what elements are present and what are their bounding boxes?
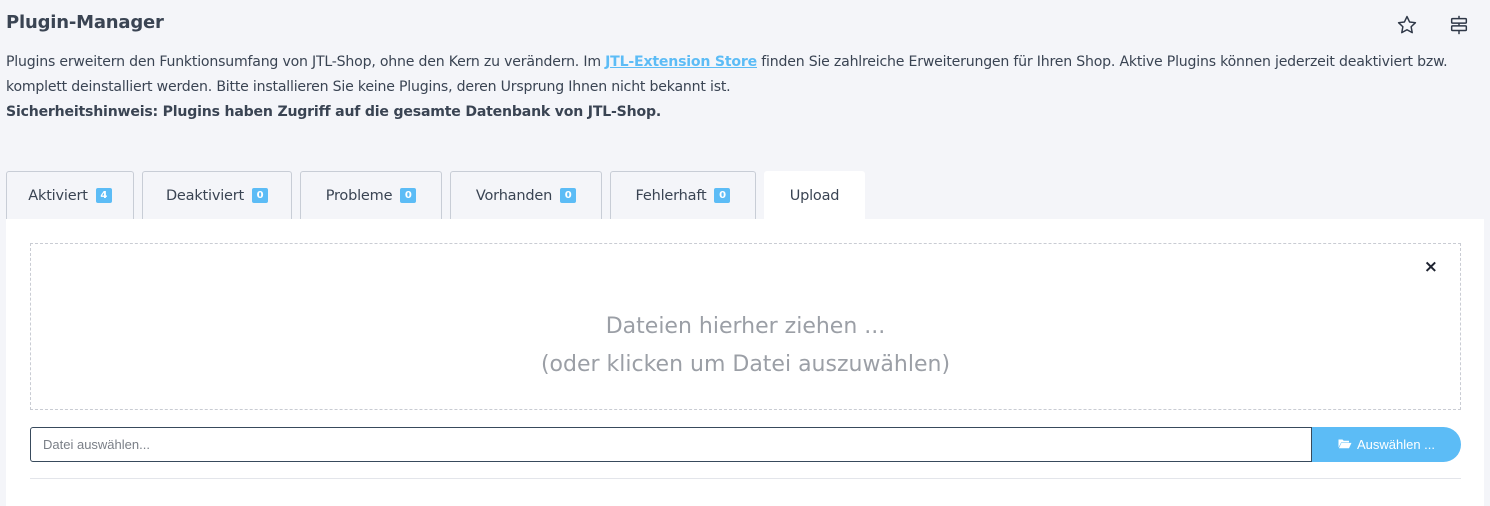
choose-file-button[interactable]: Auswählen ... xyxy=(1312,427,1461,462)
tab-fehlerhaft[interactable]: Fehlerhaft 0 xyxy=(610,171,756,219)
choose-file-label: Auswählen ... xyxy=(1356,437,1436,452)
extension-store-link[interactable]: JTL-Extension Store xyxy=(605,54,757,70)
intro-text-part1: Plugins erweitern den Funktionsumfang vo… xyxy=(6,54,606,70)
tab-deaktiviert[interactable]: Deaktiviert 0 xyxy=(142,171,292,219)
count-badge: 4 xyxy=(95,188,112,203)
tab-label: Deaktiviert xyxy=(165,187,245,204)
count-badge: 0 xyxy=(400,188,417,203)
tab-vorhanden[interactable]: Vorhanden 0 xyxy=(450,171,602,219)
folder-open-icon xyxy=(1338,437,1352,452)
security-warning: Sicherheitshinweis: Plugins haben Zugrif… xyxy=(6,104,661,120)
header-actions xyxy=(1396,14,1470,36)
tab-label: Fehlerhaft xyxy=(635,187,707,204)
close-icon[interactable]: × xyxy=(1424,259,1438,276)
tab-label: Probleme xyxy=(325,187,393,204)
intro-text: Plugins erweitern den Funktionsumfang vo… xyxy=(6,50,1476,125)
count-badge: 0 xyxy=(252,188,269,203)
file-dropzone[interactable]: × Dateien hierher ziehen ... (oder klick… xyxy=(30,243,1461,410)
count-badge: 0 xyxy=(714,188,731,203)
dropzone-line1: Dateien hierher ziehen ... xyxy=(605,314,886,339)
dropzone-line2: (oder klicken um Datei auszuwählen) xyxy=(540,352,951,377)
tab-upload[interactable]: Upload xyxy=(764,171,865,219)
tab-label: Aktiviert xyxy=(28,187,88,204)
star-icon[interactable] xyxy=(1396,14,1418,36)
file-select-row: Auswählen ... xyxy=(30,427,1461,462)
file-name-input[interactable] xyxy=(30,427,1312,462)
dropzone-text: Dateien hierher ziehen ... (oder klicken… xyxy=(31,308,1460,384)
menu-icon[interactable] xyxy=(1448,14,1470,36)
divider xyxy=(30,478,1461,479)
count-badge: 0 xyxy=(560,188,577,203)
tab-label: Upload xyxy=(789,187,840,204)
plugin-tabs: Aktiviert 4 Deaktiviert 0 Probleme 0 Vorhan… xyxy=(6,171,873,219)
upload-panel: × Dateien hierher ziehen ... (oder klick… xyxy=(6,219,1484,506)
tab-aktiviert[interactable]: Aktiviert 4 xyxy=(6,171,134,219)
tab-probleme[interactable]: Probleme 0 xyxy=(300,171,442,219)
page-title: Plugin-Manager xyxy=(6,12,164,33)
tab-label: Vorhanden xyxy=(475,187,553,204)
plugin-manager-page: Plugin-Manager Plugins erweitern den Fun… xyxy=(0,0,1490,506)
